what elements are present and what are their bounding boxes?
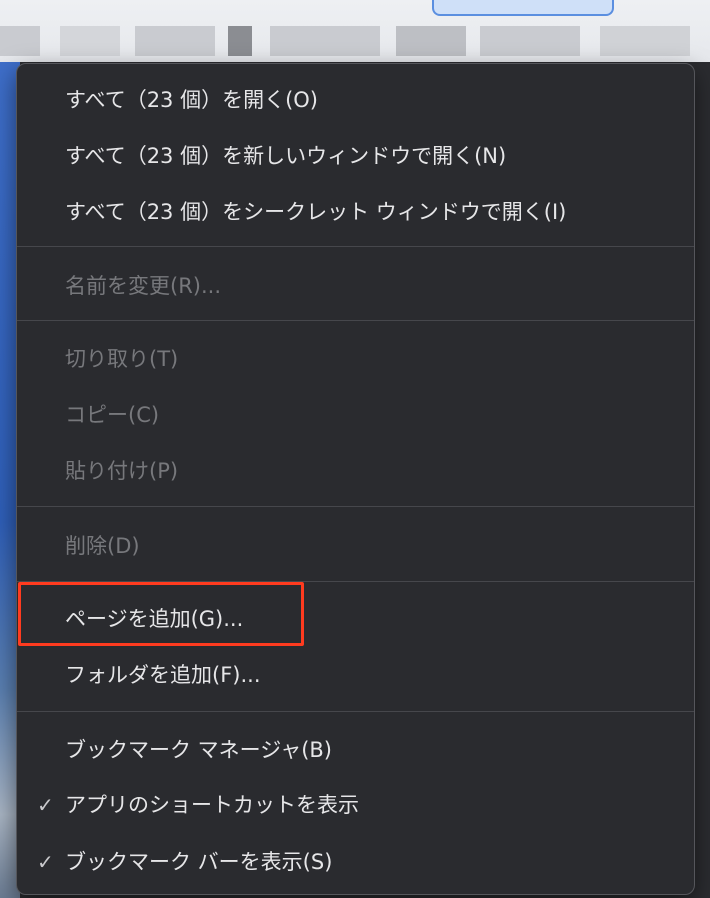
blurred-bookmark (270, 26, 380, 56)
menu-item-label: すべて（23 個）を開く(O) (65, 88, 319, 112)
screen: すべて（23 個）を開く(O) すべて（23 個）を新しいウィンドウで開く(N)… (0, 0, 710, 898)
checkmark-icon: ✓ (37, 850, 54, 874)
menu-item-label: ブックマーク バーを表示(S) (65, 850, 333, 874)
blurred-bookmark (600, 26, 690, 56)
menu-item-open-all-new-window[interactable]: すべて（23 個）を新しいウィンドウで開く(N) (17, 134, 694, 178)
bookmark-context-menu: すべて（23 個）を開く(O) すべて（23 個）を新しいウィンドウで開く(N)… (16, 63, 695, 895)
menu-item-label: コピー(C) (65, 403, 160, 427)
annotation-highlight-box (18, 582, 304, 646)
checkmark-icon: ✓ (37, 793, 54, 817)
menu-item-add-folder[interactable]: フォルダを追加(F)... (17, 653, 694, 697)
blurred-bookmark (135, 26, 215, 56)
menu-item-paste: 貼り付け(P) (17, 449, 694, 493)
menu-item-label: 貼り付け(P) (65, 459, 179, 483)
menu-item-copy: コピー(C) (17, 393, 694, 437)
menu-item-label: アプリのショートカットを表示 (65, 793, 359, 817)
blurred-bookmark (60, 26, 120, 56)
menu-item-delete: 削除(D) (17, 524, 694, 568)
blurred-bookmark (480, 26, 580, 56)
menu-separator (17, 506, 694, 507)
menu-item-label: ブックマーク マネージャ(B) (65, 738, 332, 762)
menu-item-bookmark-manager[interactable]: ブックマーク マネージャ(B) (17, 728, 694, 772)
menu-item-rename: 名前を変更(R)... (17, 264, 694, 308)
bookmark-bar-active-item (432, 0, 614, 16)
blurred-bookmark (0, 26, 40, 56)
menu-item-label: フォルダを追加(F)... (65, 663, 261, 687)
menu-item-label: 削除(D) (65, 534, 140, 558)
menu-item-label: 切り取り(T) (65, 347, 179, 371)
menu-item-show-bookmark-bar[interactable]: ✓ ブックマーク バーを表示(S) (17, 840, 694, 884)
blurred-bookmark (396, 26, 466, 56)
desktop-background-right (696, 62, 710, 898)
menu-separator (17, 246, 694, 247)
menu-item-open-all-incognito[interactable]: すべて（23 個）をシークレット ウィンドウで開く(I) (17, 190, 694, 234)
blurred-bookmark (228, 26, 252, 56)
menu-item-label: すべて（23 個）をシークレット ウィンドウで開く(I) (65, 200, 567, 224)
menu-item-show-app-shortcuts[interactable]: ✓ アプリのショートカットを表示 (17, 783, 694, 827)
menu-item-label: 名前を変更(R)... (65, 274, 222, 298)
menu-item-label: すべて（23 個）を新しいウィンドウで開く(N) (65, 144, 507, 168)
bookmark-bar-blurred (0, 0, 710, 62)
menu-item-open-all[interactable]: すべて（23 個）を開く(O) (17, 78, 694, 122)
menu-separator (17, 320, 694, 321)
menu-item-cut: 切り取り(T) (17, 337, 694, 381)
menu-separator (17, 711, 694, 712)
